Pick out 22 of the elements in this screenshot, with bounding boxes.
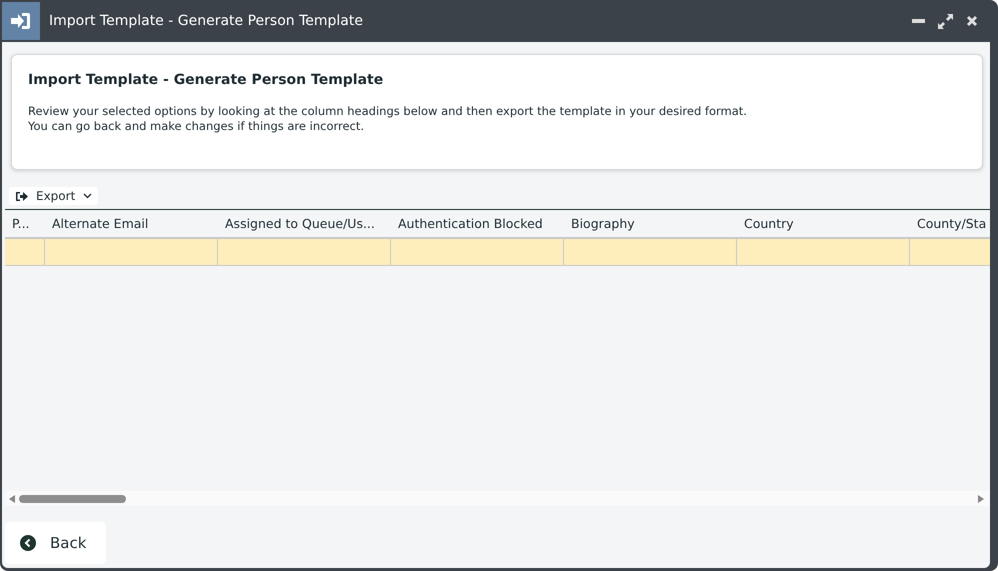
maximize-icon[interactable] <box>938 14 953 28</box>
column-header[interactable]: Assigned to Queue/Us... <box>218 216 391 231</box>
export-button[interactable]: Export <box>9 187 98 205</box>
close-icon[interactable] <box>966 15 978 27</box>
back-button[interactable]: Back <box>5 522 106 564</box>
window-title: Import Template - Generate Person Template <box>49 13 364 29</box>
scroll-right-icon[interactable] <box>978 494 984 502</box>
chevron-left-circle-icon <box>20 535 36 551</box>
sign-in-icon <box>11 12 31 30</box>
column-header[interactable]: County/Sta <box>910 216 990 231</box>
horizontal-scrollbar[interactable] <box>5 491 990 506</box>
description-text: You can go back and make changes if things are incorrect. <box>28 119 366 134</box>
column-header[interactable]: P... <box>5 216 45 231</box>
description-text: Review your selected options by looking at the column headings below and then export the template in your desired format. <box>28 104 748 119</box>
scroll-left-icon[interactable] <box>9 494 15 502</box>
column-header[interactable]: Authentication Blocked <box>391 216 564 231</box>
chevron-down-icon <box>83 193 92 199</box>
export-icon <box>15 190 28 202</box>
card-heading: Import Template - Generate Person Template <box>28 72 384 88</box>
column-header[interactable]: Alternate Email <box>45 216 218 231</box>
column-header[interactable]: Country <box>737 216 910 231</box>
column-header[interactable]: Biography <box>564 216 737 231</box>
